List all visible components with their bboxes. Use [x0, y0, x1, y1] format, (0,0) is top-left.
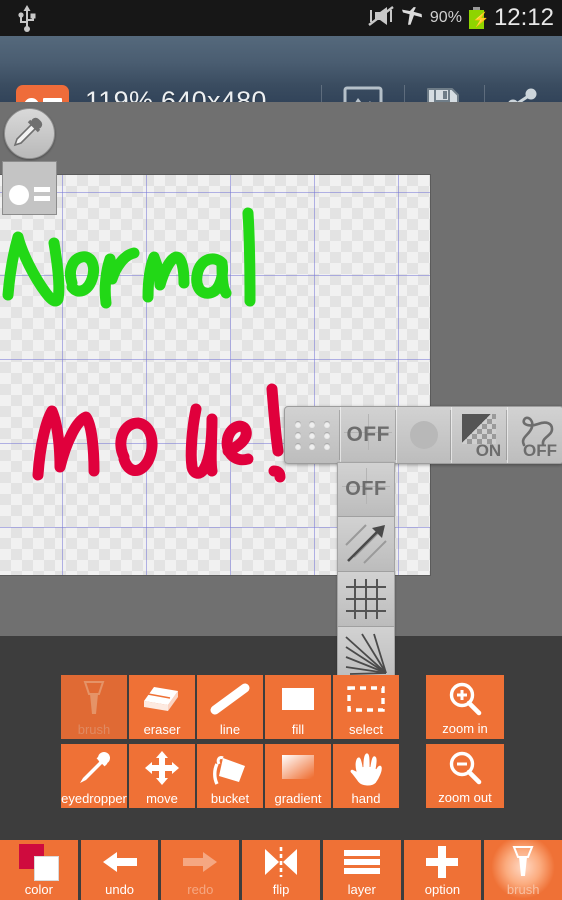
snap-off-button[interactable]: OFF	[337, 462, 395, 517]
arrow-right-icon	[161, 840, 239, 883]
zoom-out-button[interactable]: zoom out	[426, 744, 504, 808]
antialias-label: ON	[475, 441, 502, 460]
options-panel-horizontal[interactable]: OFF ON OFF	[284, 406, 562, 464]
airplane-mode-icon	[401, 6, 423, 31]
battery-charging-icon: ⚡	[468, 7, 489, 29]
status-bar-right-cluster: 90% ⚡ 12:12	[368, 0, 554, 36]
tool-gradient[interactable]: gradient	[265, 744, 331, 808]
nav-label: brush	[506, 882, 540, 897]
stabilizer-button[interactable]: OFF	[341, 407, 397, 463]
radial-burst-icon	[344, 633, 388, 675]
tool-label: eraser	[143, 722, 181, 737]
snap-parallel-button[interactable]	[337, 517, 395, 572]
nav-label: layer	[347, 882, 376, 897]
bottom-nav-bar: color undo redo flip layer option brush	[0, 840, 562, 900]
magnifier-plus-icon	[446, 675, 484, 722]
plus-icon	[404, 840, 482, 883]
tool-eraser[interactable]: eraser	[129, 675, 195, 739]
zoom-in-label: zoom in	[442, 721, 488, 736]
brush-icon	[484, 840, 562, 883]
tool-label: move	[146, 791, 178, 806]
brush-size-preview[interactable]	[397, 407, 453, 463]
smoothing-label: OFF	[522, 441, 557, 460]
eyedropper-icon	[61, 744, 127, 792]
eraser-icon	[129, 675, 195, 723]
circle-icon	[409, 421, 438, 449]
brush-icon	[61, 675, 127, 723]
grid-icon	[344, 578, 388, 620]
tool-fill[interactable]: fill	[265, 675, 331, 739]
marquee-icon	[333, 675, 399, 723]
line-icon	[197, 675, 263, 723]
nav-flip[interactable]: flip	[242, 840, 320, 900]
tool-label: line	[219, 722, 241, 737]
fill-icon	[265, 675, 331, 723]
nav-label: undo	[105, 882, 135, 897]
top-toolbar: 119% 640x480	[0, 36, 562, 126]
nav-label: redo	[187, 882, 214, 897]
move-arrows-icon	[129, 744, 195, 792]
tool-label: bucket	[210, 791, 250, 806]
antialias-button[interactable]: ON	[452, 407, 509, 463]
tool-move[interactable]: move	[129, 744, 195, 808]
snap-radial-button[interactable]	[337, 627, 395, 682]
nav-label: color	[24, 882, 53, 897]
gradient-icon	[265, 744, 331, 792]
snap-off-label: OFF	[345, 478, 387, 500]
vibrate-off-icon	[368, 5, 394, 31]
layer-thumbnail[interactable]	[2, 161, 57, 215]
snap-grid-button[interactable]	[337, 572, 395, 627]
pressure-dots-button[interactable]	[285, 407, 341, 463]
tool-label: brush	[77, 722, 111, 737]
tool-palette: brush eraser line fill select eyedropper…	[61, 675, 401, 808]
paint-bucket-icon	[197, 744, 263, 792]
smoothing-button[interactable]: OFF	[508, 407, 562, 463]
canvas-viewport[interactable]	[0, 102, 562, 636]
zoom-out-label: zoom out	[438, 790, 492, 805]
usb-icon	[14, 4, 40, 32]
zoom-in-button[interactable]: zoom in	[426, 675, 504, 739]
tool-bucket[interactable]: bucket	[197, 744, 263, 808]
nav-redo[interactable]: redo	[161, 840, 240, 900]
tool-select[interactable]: select	[333, 675, 399, 739]
nav-option[interactable]: option	[403, 840, 482, 900]
nav-color[interactable]: color	[0, 840, 78, 900]
nav-layer[interactable]: layer	[322, 840, 401, 900]
battery-percent-label: 90%	[429, 9, 462, 26]
arrow-left-icon	[81, 840, 159, 883]
nav-label: option	[424, 882, 461, 897]
options-panel-vertical[interactable]: OFF	[337, 462, 395, 684]
nav-brush[interactable]: brush	[484, 840, 562, 900]
tool-hand[interactable]: hand	[333, 744, 399, 808]
app-root: 90% ⚡ 12:12 119% 640x480 OFF ON OFF OFF …	[0, 0, 562, 900]
tool-eyedropper[interactable]: eyedropper	[61, 744, 127, 808]
flip-horizontal-icon	[242, 840, 320, 883]
tool-label: fill	[291, 722, 305, 737]
color-swatch-icon	[0, 840, 78, 883]
hand-icon	[333, 744, 399, 792]
tool-brush[interactable]: brush	[61, 675, 127, 739]
nine-dots-icon	[290, 418, 334, 452]
tool-label: eyedropper	[61, 791, 127, 806]
magnifier-minus-icon	[446, 744, 484, 791]
nav-label: flip	[272, 882, 290, 897]
checker-gradient-icon	[462, 414, 497, 444]
stabilizer-label: OFF	[346, 423, 390, 446]
layers-stack-icon	[323, 840, 401, 883]
nav-undo[interactable]: undo	[80, 840, 159, 900]
eyedropper-icon[interactable]	[4, 108, 55, 159]
tool-label: select	[349, 722, 383, 737]
status-bar: 90% ⚡ 12:12	[0, 0, 562, 36]
tool-line[interactable]: line	[197, 675, 263, 739]
clock-label: 12:12	[493, 4, 554, 31]
parallel-lines-arrow-icon	[344, 523, 388, 565]
tool-label: gradient	[274, 791, 322, 806]
tool-label: hand	[351, 791, 381, 806]
